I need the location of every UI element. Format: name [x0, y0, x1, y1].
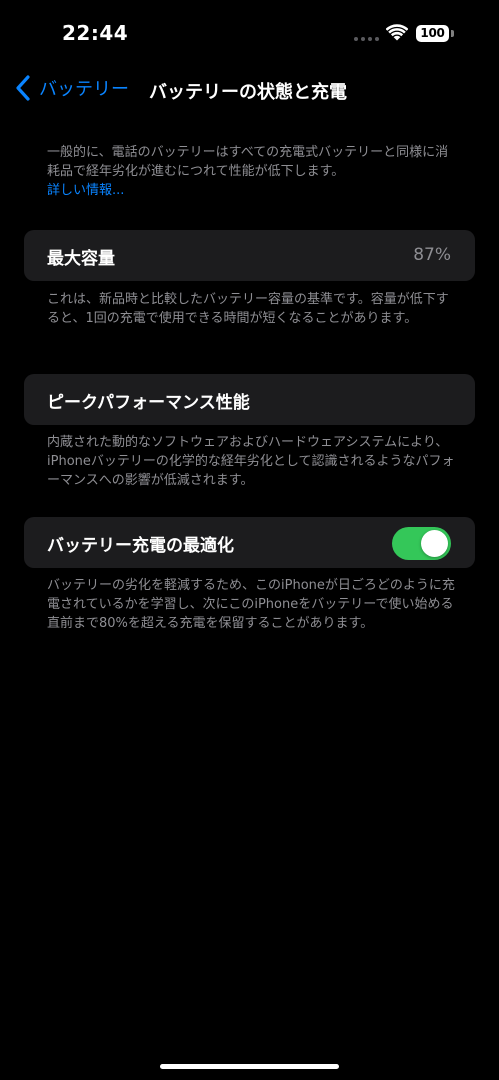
status-time: 22:44 [62, 21, 129, 45]
peak-performance-label: ピークパフォーマンス性能 [47, 393, 250, 413]
battery-level: 100 [420, 26, 445, 40]
optimized-charging-label: バッテリー充電の最適化 [47, 536, 234, 556]
max-capacity-row: 最大容量 87% [24, 230, 475, 281]
cellular-signal-icon [354, 37, 379, 41]
learn-more-link[interactable]: 詳しい情報... [47, 181, 457, 200]
optimized-charging-footnote: バッテリーの劣化を軽減するため、このiPhoneが日ごろどのように充電されている… [47, 578, 455, 631]
wifi-icon [386, 24, 408, 41]
battery-icon: 100 [416, 25, 449, 42]
peak-performance-row: ピークパフォーマンス性能 [24, 374, 475, 425]
back-label: バッテリー [39, 79, 129, 100]
peak-performance-footnote: 内蔵された動的なソフトウェアおよびハードウェアシステムにより、iPhoneバッテ… [47, 435, 455, 488]
max-capacity-footnote: これは、新品時と比較したバッテリー容量の基準です。容量が低下すると、1回の充電で… [47, 292, 449, 326]
optimized-charging-toggle[interactable] [392, 527, 451, 560]
intro-description: 一般的に、電話のバッテリーはすべての充電式バッテリーと同様に消耗品で経年劣化が進… [47, 143, 457, 200]
intro-text: 一般的に、電話のバッテリーはすべての充電式バッテリーと同様に消耗品で経年劣化が進… [47, 145, 449, 179]
max-capacity-value: 87% [413, 245, 451, 265]
chevron-left-icon [16, 75, 30, 101]
max-capacity-label: 最大容量 [47, 249, 115, 269]
page-title: バッテリーの状態と充電 [149, 82, 347, 103]
optimized-charging-row: バッテリー充電の最適化 [24, 517, 475, 568]
navigation-bar: バッテリー バッテリーの状態と充電 [0, 62, 499, 114]
toggle-knob [421, 530, 448, 557]
battery-nub [451, 30, 454, 37]
back-button[interactable]: バッテリー [14, 75, 129, 101]
home-indicator[interactable] [160, 1064, 339, 1069]
status-bar: 22:44 100 [0, 0, 499, 62]
